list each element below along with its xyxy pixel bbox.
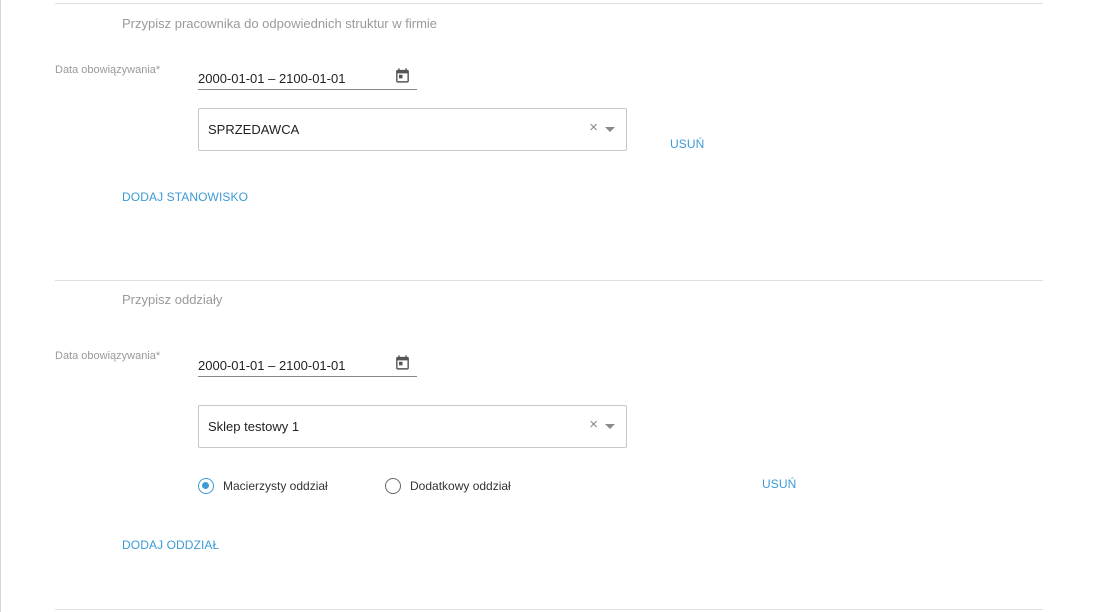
radio-button-checked[interactable]	[198, 478, 214, 494]
section-divider-top	[55, 3, 1043, 4]
validity-date-label: Data obowiązywania*	[55, 64, 161, 76]
chevron-down-icon[interactable]	[605, 127, 615, 132]
position-select[interactable]: SPRZEDAWCA ×	[198, 108, 627, 151]
add-position-button[interactable]: DODAJ STANOWISKO	[122, 190, 248, 204]
radio-primary-branch-label: Macierzysty oddział	[223, 479, 328, 493]
branch-select[interactable]: Sklep testowy 1 ×	[198, 405, 627, 448]
radio-secondary-branch[interactable]: Dodatkowy oddział	[385, 478, 511, 494]
calendar-icon[interactable]	[394, 67, 411, 84]
section-title-positions: Przypisz pracownika do odpowiednich stru…	[122, 16, 438, 31]
calendar-icon[interactable]	[394, 354, 411, 371]
validity-date-range-input[interactable]: 2000-01-01 – 2100-01-01	[198, 65, 417, 90]
section-title-branches: Przypisz oddziały	[122, 292, 223, 307]
validity-date-label: Data obowiązywania*	[55, 350, 161, 362]
remove-branch-button[interactable]: USUŃ	[762, 477, 796, 491]
radio-secondary-branch-label: Dodatkowy oddział	[410, 479, 511, 493]
date-range-value: 2000-01-01 – 2100-01-01	[198, 71, 346, 86]
validity-date-range-input[interactable]: 2000-01-01 – 2100-01-01	[198, 352, 417, 377]
branch-select-value: Sklep testowy 1	[208, 419, 300, 434]
section-divider-middle	[55, 280, 1043, 281]
position-select-value: SPRZEDAWCA	[208, 122, 300, 137]
clear-icon[interactable]: ×	[589, 416, 598, 433]
add-branch-button[interactable]: DODAJ ODDZIAŁ	[122, 538, 219, 552]
radio-button-unchecked[interactable]	[385, 478, 401, 494]
chevron-down-icon[interactable]	[605, 424, 615, 429]
page-left-border	[0, 0, 1, 612]
radio-primary-branch[interactable]: Macierzysty oddział	[198, 478, 328, 494]
section-divider-bottom	[55, 609, 1043, 610]
remove-position-button[interactable]: USUŃ	[670, 137, 704, 151]
date-range-value: 2000-01-01 – 2100-01-01	[198, 358, 346, 373]
clear-icon[interactable]: ×	[589, 119, 598, 136]
